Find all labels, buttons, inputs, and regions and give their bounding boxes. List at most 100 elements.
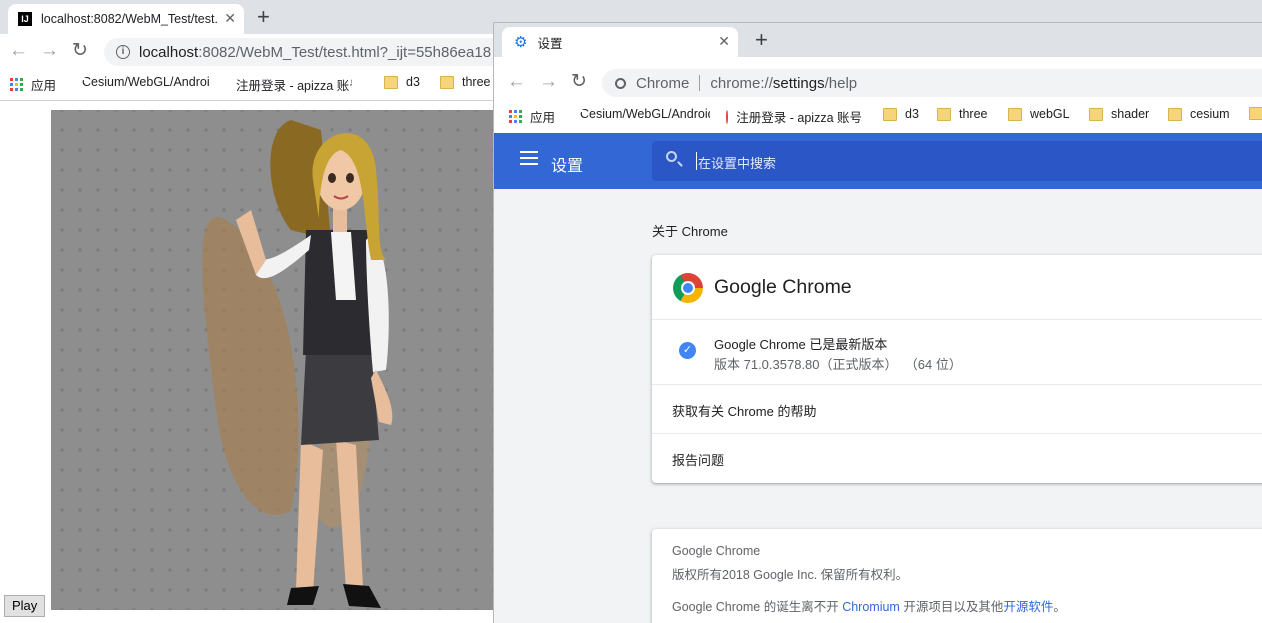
url-scheme: chrome://: [710, 74, 773, 92]
bookmark-label: 注册登录 - apizza 账号: [736, 111, 862, 125]
bookmark-label: Cesium/WebGL/Android: [580, 107, 710, 121]
back-arrow-icon[interactable]: ←: [9, 40, 28, 62]
open-source-link[interactable]: 开源软件: [1003, 600, 1053, 614]
bookmark-cesium[interactable]: Cesium/WebGL/Android: [572, 107, 710, 121]
close-tab-icon[interactable]: ✕: [224, 10, 236, 27]
tab-settings[interactable]: ⚙ 设置 ✕: [502, 27, 738, 57]
folder-icon: [1249, 107, 1262, 120]
bookmark-apps[interactable]: 应用: [509, 107, 555, 126]
footer-oss-prefix: Google Chrome 的诞生离不开: [672, 600, 843, 614]
tab-localhost[interactable]: IJ localhost:8082/WebM_Test/test.html ✕: [8, 4, 244, 34]
close-tab-icon[interactable]: ✕: [718, 33, 730, 50]
bookmark-label: Cesium/WebGL/Android: [82, 75, 210, 89]
about-card: Google Chrome ✓ Google Chrome 已是最新版本 版本 …: [652, 255, 1262, 483]
folder-icon: [937, 107, 951, 121]
reload-icon[interactable]: ↻: [72, 40, 88, 62]
apizza-icon: [726, 109, 729, 124]
bookmark-label: 应用: [31, 79, 57, 93]
bookmark-label: shader: [1111, 107, 1150, 121]
bookmark-label: d3: [905, 107, 919, 121]
text-cursor: [696, 152, 697, 170]
url-path-rest: /help: [824, 74, 858, 92]
bookmark-cesium[interactable]: Cesium/WebGL/Android: [74, 75, 210, 89]
help-row[interactable]: 获取有关 Chrome 的帮助: [652, 384, 1262, 433]
toolbar: ← → ↻ Chrome chrome://settings/help: [494, 65, 1262, 101]
shoe-left-shape: [287, 586, 319, 605]
bookmark-apps[interactable]: 应用: [10, 75, 56, 94]
back-arrow-icon[interactable]: ←: [507, 71, 526, 93]
bookmark-shader[interactable]: shader: [1089, 107, 1149, 121]
address-bar[interactable]: i localhost:8082/WebM_Test/test.html?_ij…: [104, 38, 504, 66]
tab-title: 设置: [537, 36, 563, 51]
menu-icon[interactable]: [520, 151, 538, 165]
update-status-row: ✓ Google Chrome 已是最新版本 版本 71.0.3578.80（正…: [652, 319, 1262, 384]
folder-icon: [1008, 107, 1022, 121]
reload-icon[interactable]: ↻: [571, 71, 587, 93]
bookmark-label: three: [959, 107, 988, 121]
footer-oss-line: Google Chrome 的诞生离不开 Chromium 开源项目以及其他开源…: [672, 596, 1066, 615]
footer-oss-end: 。: [1053, 600, 1066, 614]
bookmark-d3[interactable]: d3: [883, 107, 919, 121]
url-path: :8082/WebM_Test/test.html?_ijt=55h86ea18: [198, 43, 492, 61]
new-tab-icon[interactable]: +: [257, 5, 270, 29]
webm-video-canvas[interactable]: [51, 110, 494, 610]
chrome-logo-icon: [673, 273, 703, 303]
report-issue-row[interactable]: 报告问题: [652, 433, 1262, 483]
address-bar[interactable]: Chrome chrome://settings/help: [602, 69, 1262, 97]
footer-product: Google Chrome: [672, 544, 761, 558]
bookmark-label: 应用: [530, 111, 556, 125]
bookmark-d3[interactable]: d3: [384, 75, 420, 89]
footer-copyright: 版权所有2018 Google Inc. 保留所有权利。: [672, 568, 909, 582]
url-path-main: settings: [772, 74, 825, 92]
forward-arrow-icon[interactable]: →: [40, 40, 59, 62]
bookmark-overflow-folder[interactable]: [1249, 107, 1262, 120]
shoe-right-shape: [343, 584, 381, 608]
version-text: 版本 71.0.3578.80（正式版本） （64 位）: [714, 357, 962, 372]
chromium-link[interactable]: Chromium: [842, 600, 900, 614]
folder-icon: [440, 75, 454, 89]
footer-card: Google Chrome 版权所有2018 Google Inc. 保留所有权…: [652, 529, 1262, 623]
bookmark-apizza[interactable]: 注册登录 - apizza 账号: [726, 107, 862, 126]
bookmark-three[interactable]: three: [440, 75, 491, 89]
bookmarks-bar: 应用 Cesium/WebGL/Android 注册登录 - apizza 账号…: [494, 102, 1262, 130]
chrome-page-icon: [615, 77, 626, 89]
folder-icon: [883, 107, 897, 121]
settings-header: 设置 在设置中搜索: [494, 133, 1262, 189]
bookmark-webgl[interactable]: webGL: [1008, 107, 1070, 121]
new-tab-icon[interactable]: +: [755, 28, 768, 52]
forward-arrow-icon[interactable]: →: [539, 71, 558, 93]
footer-oss-middle: 开源项目以及其他: [899, 600, 1004, 614]
skirt-shape: [301, 350, 379, 445]
bookmark-label: three: [462, 75, 491, 89]
settings-page: 关于 Chrome Google Chrome ✓ Google Chrome …: [494, 189, 1262, 623]
update-status-text: Google Chrome 已是最新版本: [714, 337, 888, 352]
product-name: Google Chrome: [714, 276, 852, 298]
eye-right-shape: [346, 173, 354, 183]
bookmark-label: cesium: [1190, 107, 1230, 121]
search-input[interactable]: 在设置中搜索: [698, 153, 776, 172]
eye-left-shape: [328, 173, 336, 183]
settings-title: 设置: [551, 158, 584, 175]
omnibox-site-chip: Chrome: [636, 74, 690, 92]
folder-icon: [384, 75, 398, 89]
section-heading: 关于 Chrome: [652, 224, 728, 239]
bookmark-apizza[interactable]: 注册登录 - apizza 账号: [228, 75, 352, 94]
report-issue-link[interactable]: 报告问题: [672, 450, 724, 469]
apps-grid-icon: [10, 78, 23, 91]
divider: [699, 75, 701, 91]
search-icon: [666, 151, 677, 162]
settings-search-box[interactable]: 在设置中搜索: [652, 141, 1262, 181]
bookmark-label: d3: [406, 75, 420, 89]
search-icon-handle: [677, 161, 683, 167]
play-button[interactable]: Play: [4, 595, 46, 617]
gear-icon: ⚙: [514, 34, 528, 51]
info-icon: i: [116, 45, 130, 59]
bookmark-three[interactable]: three: [937, 107, 988, 121]
settings-browser-window: ⚙ 设置 ✕ + ← → ↻ Chrome chrome://settings /…: [493, 22, 1262, 623]
bookmark-cesium-folder[interactable]: cesium: [1168, 107, 1230, 121]
bookmark-label: 注册登录 - apizza 账号: [236, 79, 352, 93]
folder-icon: [1089, 107, 1103, 121]
url-host: localhost: [139, 43, 199, 61]
help-link[interactable]: 获取有关 Chrome 的帮助: [672, 401, 816, 420]
apps-grid-icon: [509, 110, 522, 123]
